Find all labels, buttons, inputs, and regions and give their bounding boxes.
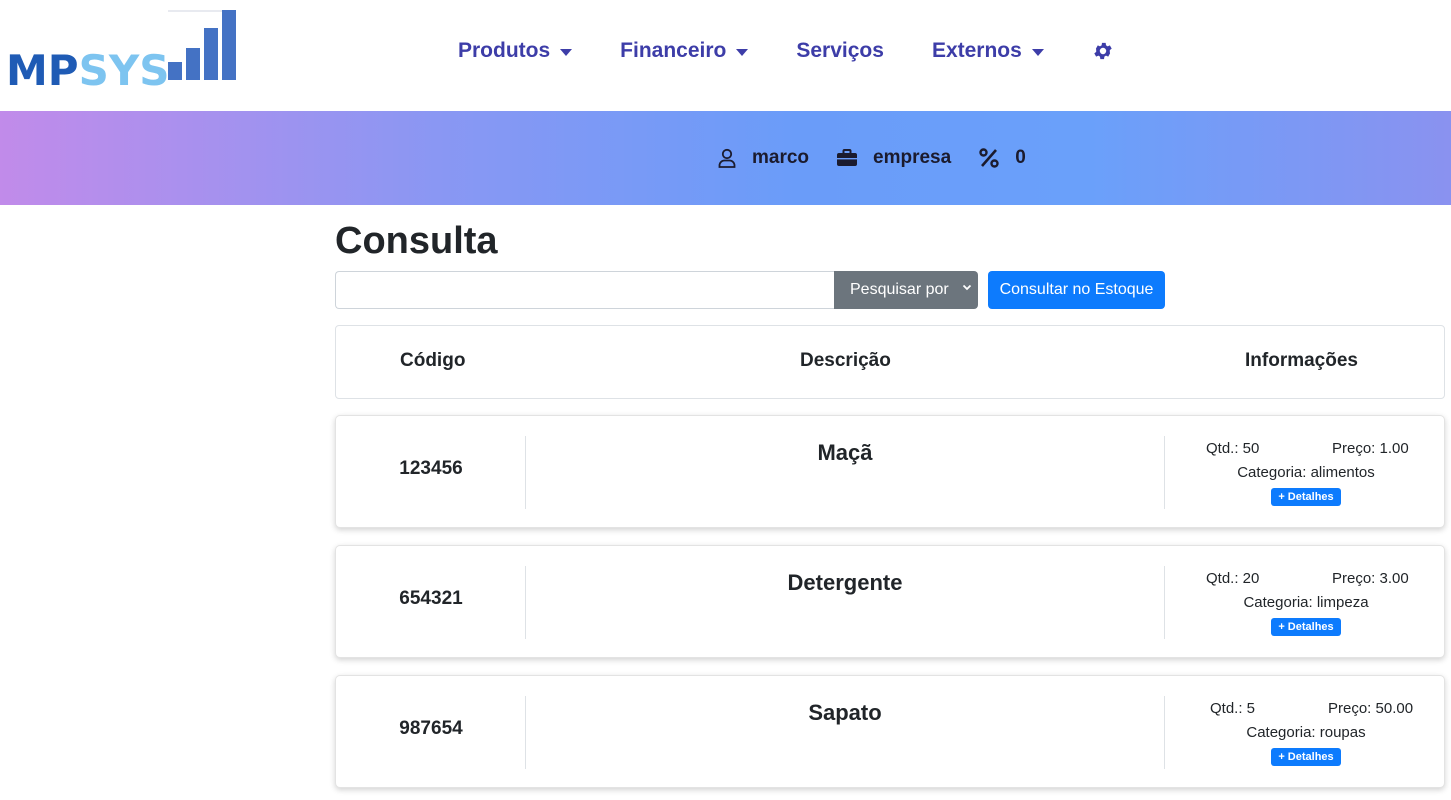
caret-down-icon [736, 48, 749, 56]
product-info: Qtd.: 20 Preço: 3.00 Categoria: limpeza … [1166, 570, 1446, 636]
product-category: Categoria: alimentos [1237, 464, 1375, 481]
nav-externos[interactable]: Externos [932, 39, 1044, 63]
product-code: 987654 [399, 718, 463, 739]
mpsys-logo[interactable]: MPSYS [6, 10, 242, 95]
user-info-band: marco empresa 0 [0, 111, 1451, 205]
product-price: Preço: 3.00 [1332, 570, 1409, 587]
product-card: 654321 Detergente Qtd.: 20 Preço: 3.00 C… [335, 545, 1445, 658]
search-by-label: Pesquisar por [850, 281, 949, 298]
details-button[interactable]: + Detalhes [1271, 488, 1341, 506]
product-description: Sapato [808, 700, 882, 725]
divider [1164, 696, 1165, 769]
header-info: Informações [1245, 350, 1358, 371]
product-info: Qtd.: 50 Preço: 1.00 Categoria: alimento… [1166, 440, 1446, 506]
divider [1164, 436, 1165, 509]
divider [1164, 566, 1165, 639]
company-group: empresa [837, 147, 951, 169]
search-input[interactable] [335, 271, 834, 309]
product-qtd: Qtd.: 5 [1210, 700, 1256, 717]
product-code: 654321 [399, 588, 463, 609]
product-description: Detergente [787, 570, 903, 595]
header-code: Código [400, 350, 466, 371]
results-header: Código Descrição Informações [335, 325, 1445, 399]
product-card: 123456 Maçã Qtd.: 50 Preço: 1.00 Categor… [335, 415, 1445, 528]
product-qtd: Qtd.: 50 [1206, 440, 1260, 457]
percent-group: 0 [979, 147, 1026, 169]
caret-down-icon [560, 48, 573, 56]
product-card: 987654 Sapato Qtd.: 5 Preço: 50.00 Categ… [335, 675, 1445, 788]
chevron-down-icon [962, 284, 972, 291]
company-name: empresa [873, 147, 952, 168]
percent-value: 0 [1015, 147, 1026, 168]
product-info: Qtd.: 5 Preço: 50.00 Categoria: roupas +… [1166, 700, 1446, 766]
bar-chart-logo-icon [168, 10, 236, 80]
briefcase-icon [837, 149, 858, 166]
details-button[interactable]: + Detalhes [1271, 618, 1341, 636]
consult-stock-button[interactable]: Consultar no Estoque [988, 271, 1165, 309]
header-description: Descrição [800, 350, 891, 371]
nav-financeiro-label: Financeiro [620, 39, 727, 62]
logo-text-mp: MP [6, 46, 79, 95]
user-group: marco [718, 147, 809, 169]
logo-text-sys: SYS [78, 46, 170, 95]
gear-icon[interactable] [1092, 40, 1114, 62]
product-price: Preço: 1.00 [1332, 440, 1409, 457]
nav-produtos[interactable]: Produtos [458, 39, 573, 63]
product-code: 123456 [399, 458, 463, 479]
product-description: Maçã [817, 440, 873, 465]
product-category: Categoria: limpeza [1243, 594, 1369, 611]
nav-servicos-label: Serviços [796, 39, 884, 62]
user-info: marco empresa 0 [718, 147, 1054, 169]
product-category: Categoria: roupas [1246, 724, 1366, 741]
logo-text: MPSYS [6, 46, 170, 95]
main-nav: Produtos Financeiro Serviços Externos [458, 36, 1114, 66]
username: marco [752, 147, 810, 168]
nav-financeiro[interactable]: Financeiro [620, 39, 749, 63]
top-navbar: MPSYS Produtos Financeiro Serviços Exter… [0, 0, 1451, 111]
page-title: Consulta [335, 220, 498, 262]
nav-produtos-label: Produtos [458, 39, 551, 62]
product-qtd: Qtd.: 20 [1206, 570, 1260, 587]
caret-down-icon [1031, 48, 1044, 56]
percent-icon [979, 148, 999, 168]
product-price: Preço: 50.00 [1328, 700, 1414, 717]
search-by-select[interactable]: Pesquisar por [834, 271, 978, 309]
search-row: Pesquisar por Consultar no Estoque [335, 271, 1165, 309]
nav-externos-label: Externos [931, 39, 1022, 62]
nav-servicos[interactable]: Serviços [796, 39, 884, 63]
details-button[interactable]: + Detalhes [1271, 748, 1341, 766]
user-icon [718, 148, 736, 168]
